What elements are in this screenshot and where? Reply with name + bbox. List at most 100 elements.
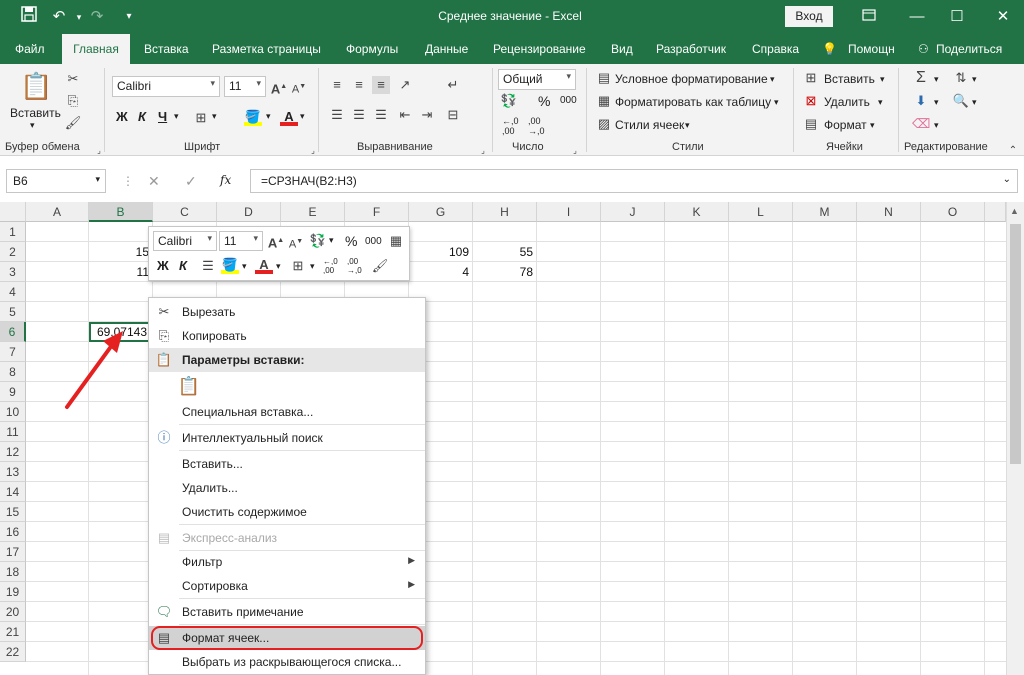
column-header-e[interactable]: E [281, 202, 345, 222]
column-header-g[interactable]: G [409, 202, 473, 222]
autosum-icon[interactable]: Σ [912, 69, 930, 87]
font-color-icon[interactable]: A [280, 108, 298, 126]
menu-item-pick-from-list[interactable]: Выбрать из раскрывающегося списка... [149, 650, 425, 674]
align-center-icon[interactable]: ☰ [199, 257, 217, 275]
expand-formula-icon[interactable]: ⌄ [1003, 174, 1011, 185]
scroll-up-icon[interactable]: ▲ [1010, 206, 1019, 216]
borders-icon[interactable]: ⊞ [192, 109, 210, 127]
formula-input[interactable]: =СРЗНАЧ(B2:H3) ⌄ [250, 169, 1018, 193]
menu-item-filter[interactable]: Фильтр ▶ [149, 550, 425, 574]
fill-dropdown-icon[interactable]: ▾ [934, 97, 939, 108]
select-all-corner[interactable] [0, 202, 26, 222]
cut-icon[interactable]: ✂ [64, 70, 82, 88]
accounting-format-icon[interactable]: 💱 [309, 232, 327, 250]
menu-item-clear[interactable]: Очистить содержимое [149, 500, 425, 524]
orientation-icon[interactable]: ↗ [396, 76, 414, 94]
fill-dropdown-icon[interactable]: ▾ [266, 111, 271, 122]
conditional-formatting-button[interactable]: Условное форматирование [615, 72, 768, 86]
menu-item-insert-comment[interactable]: 🗨 Вставить примечание [149, 600, 425, 624]
customize-icon[interactable]: ▾ [118, 6, 140, 28]
column-header-b[interactable]: B [89, 202, 153, 222]
row-header[interactable]: 8 [0, 362, 26, 382]
autosum-dropdown-icon[interactable]: ▾ [934, 74, 939, 85]
align-center-icon[interactable]: ☰ [350, 106, 368, 124]
maximize-icon[interactable]: ☐ [946, 6, 968, 28]
cell-b2[interactable]: 15 [89, 242, 153, 262]
cell-h3[interactable]: 78 [473, 262, 537, 282]
save-icon[interactable] [18, 6, 40, 28]
font-color-icon[interactable]: A [255, 256, 273, 274]
decrease-indent-icon[interactable]: ⇤ [396, 106, 414, 124]
paste-button[interactable]: Вставить [10, 106, 61, 120]
grow-font-icon[interactable]: A▲ [267, 232, 285, 250]
undo-icon[interactable]: ↶ [48, 6, 70, 28]
alignment-launcher-icon[interactable]: ⌟ [474, 142, 492, 160]
tab-developer[interactable]: Разработчик [656, 42, 726, 56]
align-left-icon[interactable]: ☰ [328, 106, 346, 124]
format-as-table-button[interactable]: Форматировать как таблицу [615, 95, 771, 109]
shrink-font-icon[interactable]: A▼ [287, 233, 305, 251]
share-button[interactable]: Поделиться [936, 42, 1002, 56]
row-header[interactable]: 9 [0, 382, 26, 402]
collapse-ribbon-icon[interactable]: ⌃ [1004, 142, 1022, 160]
format-painter-icon[interactable]: 🖌 [371, 257, 389, 275]
mini-bold-button[interactable]: Ж [157, 258, 169, 273]
mini-font-combo[interactable]: Calibri ▾ [153, 231, 217, 251]
delete-cells-button[interactable]: Удалить [824, 95, 870, 109]
menu-item-smart-lookup[interactable]: ⓘ Интеллектуальный поиск [149, 426, 425, 450]
increase-decimal-icon[interactable]: ←,0,00 [323, 257, 338, 275]
font-size-combo[interactable]: 11 ▾ [224, 76, 266, 97]
menu-item-sort[interactable]: Сортировка ▶ [149, 574, 425, 598]
row-header[interactable]: 18 [0, 562, 26, 582]
row-header[interactable]: 6 [0, 322, 26, 342]
row-header[interactable]: 19 [0, 582, 26, 602]
redo-icon[interactable]: ↷ [86, 6, 108, 28]
format-table-icon[interactable]: ▦ [387, 232, 405, 250]
tab-insert[interactable]: Вставка [144, 42, 189, 56]
paste-icon[interactable]: 📋 [20, 70, 52, 102]
sort-filter-icon[interactable]: ⇅ [952, 69, 970, 87]
clear-icon[interactable]: ⌫ [912, 115, 930, 133]
column-header-m[interactable]: M [793, 202, 857, 222]
row-header[interactable]: 11 [0, 422, 26, 442]
menu-item-insert[interactable]: Вставить... [149, 452, 425, 476]
column-header-o[interactable]: O [921, 202, 985, 222]
increase-indent-icon[interactable]: ⇥ [418, 106, 436, 124]
merge-cells-icon[interactable]: ⊟ [444, 106, 462, 124]
insert-cells-button[interactable]: Вставить [824, 72, 875, 86]
row-header[interactable]: 7 [0, 342, 26, 362]
row-header[interactable]: 13 [0, 462, 26, 482]
paste-icon[interactable]: 📋 [177, 374, 201, 398]
decrease-decimal-icon[interactable]: ,00 →,0 [347, 257, 362, 275]
close-icon[interactable]: ✕ [992, 6, 1014, 28]
font-name-combo[interactable]: Calibri ▾ [112, 76, 220, 97]
chevron-down-icon[interactable]: ▾ [276, 261, 281, 272]
row-header[interactable]: 1 [0, 222, 26, 242]
menu-item-paste-special[interactable]: Специальная вставка... [149, 400, 425, 424]
chevron-down-icon[interactable]: ▾ [329, 235, 334, 246]
fill-color-icon[interactable]: 🪣 [221, 256, 239, 274]
column-header-n[interactable]: N [857, 202, 921, 222]
align-bottom-icon[interactable]: ≡ [372, 76, 390, 94]
column-header-a[interactable]: A [26, 202, 89, 222]
column-header-l[interactable]: L [729, 202, 793, 222]
align-right-icon[interactable]: ☰ [372, 106, 390, 124]
row-header[interactable]: 21 [0, 622, 26, 642]
tab-file[interactable]: Файл [15, 42, 45, 56]
column-header-h[interactable]: H [473, 202, 537, 222]
number-format-combo[interactable]: Общий ▾ [498, 69, 576, 90]
borders-dropdown-icon[interactable]: ▾ [212, 111, 217, 122]
grow-font-icon[interactable]: A▲ [270, 78, 288, 96]
login-button[interactable]: Вход [785, 6, 833, 27]
row-header[interactable]: 20 [0, 602, 26, 622]
row-header[interactable]: 17 [0, 542, 26, 562]
confirm-entry-icon[interactable]: ✓ [185, 173, 197, 190]
mini-thousands-button[interactable]: 000 [365, 236, 382, 247]
cell-h2[interactable]: 55 [473, 242, 537, 262]
tab-review[interactable]: Рецензирование [493, 42, 586, 56]
row-header[interactable]: 22 [0, 642, 26, 662]
tab-page-layout[interactable]: Разметка страницы [212, 42, 321, 56]
tab-view[interactable]: Вид [611, 42, 633, 56]
sort-filter-dropdown-icon[interactable]: ▾ [972, 74, 977, 85]
percent-style-icon[interactable]: % [538, 93, 550, 109]
